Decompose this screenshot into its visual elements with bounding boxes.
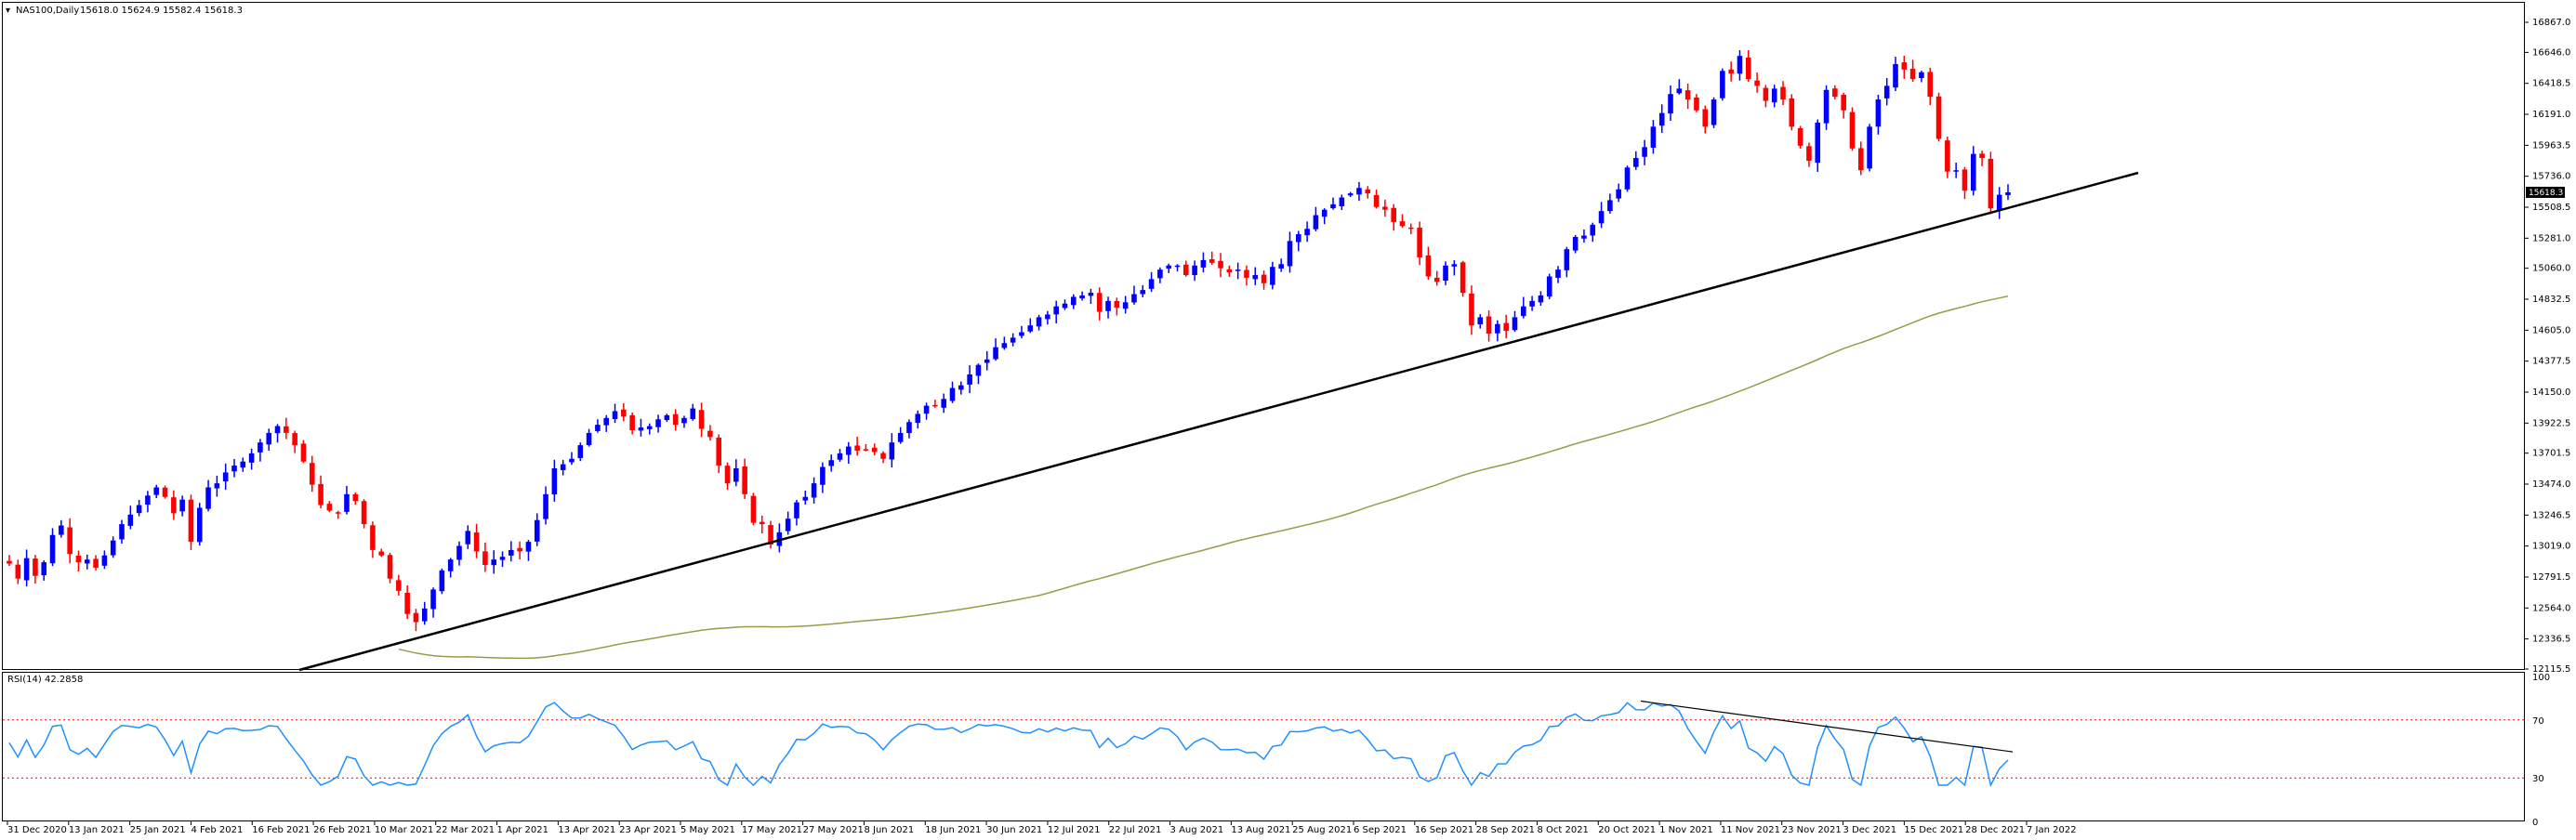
x-tick-label: 18 Jun 2021 (925, 825, 981, 835)
y-tick-label: 12336.5 (2532, 635, 2570, 645)
x-tick-label: 8 Oct 2021 (1537, 825, 1588, 835)
candle (750, 492, 757, 526)
x-tick-label: 1 Apr 2021 (497, 825, 548, 835)
x-tick-label: 6 Sep 2021 (1354, 825, 1407, 835)
candle (1720, 68, 1725, 101)
candle (1624, 165, 1631, 192)
x-tick-label: 20 Oct 2021 (1598, 825, 1656, 835)
y-tick-label: 15508.5 (2532, 203, 2570, 213)
candle (439, 568, 445, 595)
x-tick-label: 7 Jan 2022 (2027, 825, 2077, 835)
y-tick-label: 14832.5 (2532, 295, 2570, 305)
candle (1546, 273, 1552, 299)
y-tick-label: 13019.0 (2532, 542, 2570, 552)
y-tick-label: 13922.5 (2532, 418, 2570, 428)
x-tick-label: 22 Mar 2021 (436, 825, 495, 835)
candle (1867, 124, 1872, 172)
y-tick-label: 16418.5 (2532, 79, 2570, 89)
x-tick-label: 10 Mar 2021 (375, 825, 433, 835)
y-tick-label: 16867.0 (2532, 18, 2570, 28)
candle (1797, 125, 1803, 149)
candle (1572, 234, 1579, 254)
y-tick-label: 12791.5 (2532, 572, 2570, 583)
y-tick-label: 12564.0 (2532, 603, 2570, 613)
y-tick-label: 14377.5 (2532, 357, 2570, 367)
x-tick-label: 16 Feb 2021 (252, 825, 310, 835)
ohlc-readout: 15618.0 15624.9 15582.4 15618.3 (80, 6, 243, 16)
current-price-label: 15618.3 (2529, 189, 2563, 198)
candle (1935, 92, 1942, 142)
candle (361, 499, 367, 529)
rsi-tick-label: 0 (2532, 818, 2538, 828)
candle (1988, 151, 1994, 215)
symbol-triangle-icon[interactable]: ▾ (6, 6, 10, 16)
x-tick-label: 16 Sep 2021 (1415, 825, 1473, 835)
y-tick-label: 15281.0 (2532, 233, 2570, 243)
symbol-label: NAS100,Daily (16, 6, 79, 16)
x-tick-label: 11 Nov 2021 (1721, 825, 1780, 835)
rsi-header: RSI(14) 42.2858 (7, 675, 83, 685)
x-tick-label: 13 Aug 2021 (1231, 825, 1290, 835)
x-tick-label: 30 Jun 2021 (986, 825, 1042, 835)
y-tick-label: 15963.5 (2532, 140, 2570, 151)
x-tick-label: 8 Jun 2021 (864, 825, 914, 835)
candle (1789, 94, 1795, 131)
x-tick-label: 5 May 2021 (680, 825, 735, 835)
x-tick-label: 25 Jan 2021 (130, 825, 186, 835)
x-tick-label: 23 Apr 2021 (619, 825, 677, 835)
y-tick-label: 14150.0 (2532, 387, 2570, 398)
y-tick-label: 15736.0 (2532, 172, 2570, 182)
x-tick-label: 1 Nov 2021 (1659, 825, 1713, 835)
rsi-tick-label: 100 (2532, 673, 2550, 683)
x-tick-label: 26 Feb 2021 (313, 825, 371, 835)
y-tick-label: 13246.5 (2532, 510, 2570, 520)
x-tick-label: 22 Jul 2021 (1109, 825, 1162, 835)
y-tick-label: 16191.0 (2532, 110, 2570, 120)
candle (188, 494, 194, 550)
x-tick-label: 15 Dec 2021 (1904, 825, 1963, 835)
x-tick-label: 3 Dec 2021 (1843, 825, 1897, 835)
x-tick-label: 4 Feb 2021 (191, 825, 243, 835)
y-tick-label: 15060.0 (2532, 264, 2570, 274)
x-tick-label: 23 Nov 2021 (1782, 825, 1842, 835)
y-tick-label: 14605.0 (2532, 325, 2570, 335)
x-tick-label: 28 Dec 2021 (1965, 825, 2025, 835)
x-tick-label: 12 Jul 2021 (1048, 825, 1101, 835)
candle (1711, 97, 1717, 128)
candle (196, 503, 203, 546)
y-tick-label: 13701.5 (2532, 449, 2570, 459)
rsi-tick-label: 30 (2532, 774, 2544, 784)
x-tick-label: 3 Aug 2021 (1170, 825, 1224, 835)
x-tick-label: 17 May 2021 (742, 825, 802, 835)
y-tick-label: 13474.0 (2532, 479, 2570, 490)
candle (1460, 260, 1466, 297)
x-tick-label: 31 Dec 2020 (7, 825, 67, 835)
x-tick-label: 13 Apr 2021 (558, 825, 615, 835)
y-tick-label: 16646.0 (2532, 47, 2570, 58)
rsi-tick-label: 70 (2532, 716, 2544, 727)
x-tick-label: 27 May 2021 (803, 825, 864, 835)
candle (1849, 107, 1856, 151)
x-tick-label: 13 Jan 2021 (69, 825, 125, 835)
trading-chart: 16867.0 16646.0 16418.5 16191.0 15963.5 15736… (0, 0, 2576, 840)
x-tick-label: 25 Aug 2021 (1292, 825, 1352, 835)
x-tick-label: 28 Sep 2021 (1476, 825, 1535, 835)
